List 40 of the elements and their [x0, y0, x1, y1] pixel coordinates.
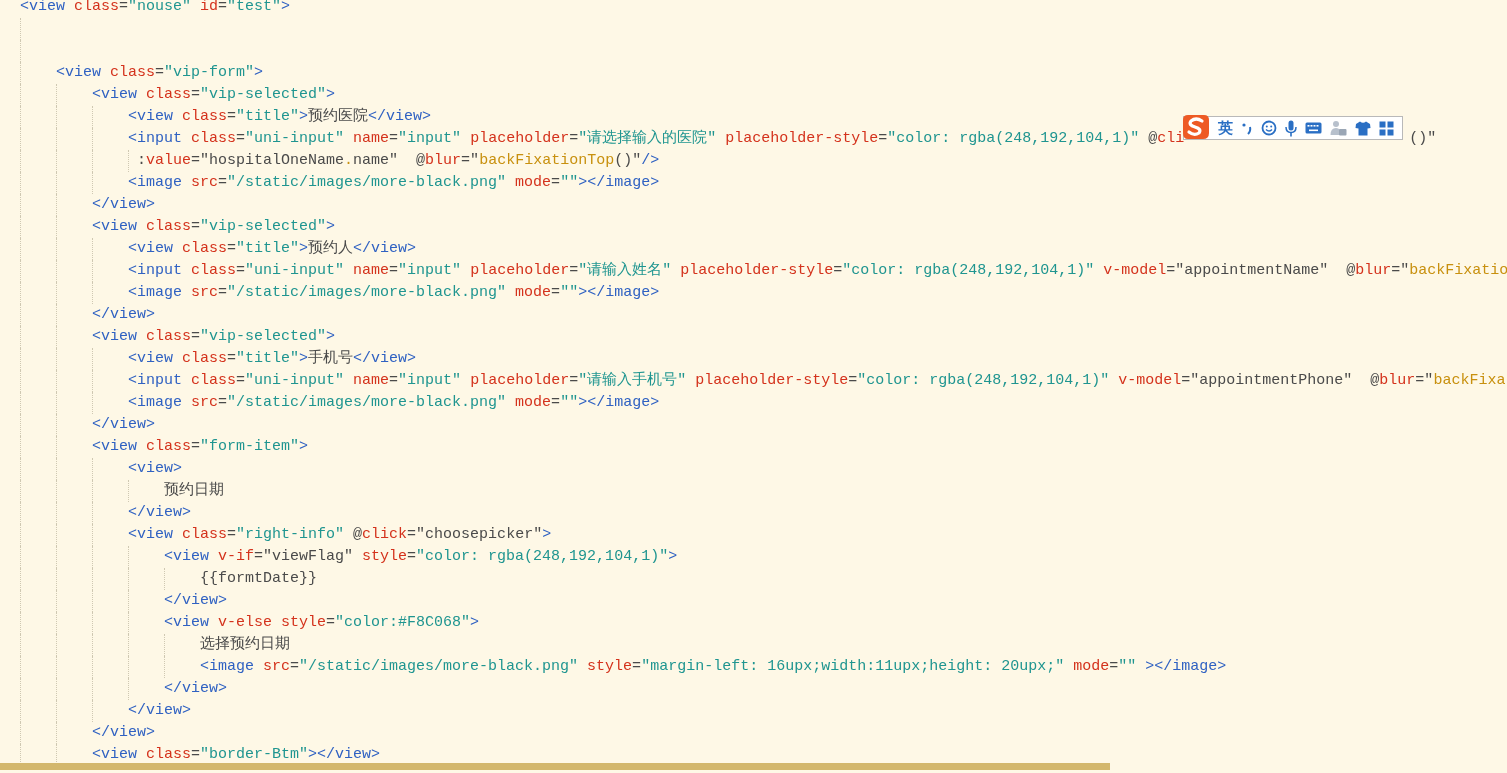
language-mode-toggle[interactable]: 英	[1218, 118, 1233, 138]
keyboard-icon[interactable]	[1305, 122, 1322, 134]
grid-icon[interactable]	[1379, 120, 1394, 136]
code-line: <view v-if="viewFlag" style="color: rgba(248,192,104,1)">	[164, 547, 678, 567]
code-line: </view>	[164, 591, 227, 611]
code-line: <view class="border-Btm"></view>	[92, 745, 381, 763]
code-line: </view>	[128, 701, 191, 721]
code-line: <view class="form-item">	[92, 437, 309, 457]
smiley-icon[interactable]	[1261, 120, 1277, 136]
code-line: :value="hospitalOneName.name" @blur="backFixationTop()"/>	[137, 151, 660, 171]
code-line: <view v-else style="color:#F8C068">	[164, 613, 480, 633]
code-line: <view class="vip-selected">	[92, 217, 336, 237]
code-line: <image src="/static/images/more-black.png" style="margin-left: 16upx;width:11upx;height: 20upx;" mode="" ></image>	[200, 657, 1227, 677]
code-line: <input class="uni-input" name="input" placeholder="请输入姓名" placeholder-style="color: rgba(248,192,104,1)" v-model="appointmentName" @blur="backFixatio	[128, 260, 1507, 281]
code-line: <view class="vip-selected">	[92, 327, 336, 347]
code-line: <image src="/static/images/more-black.png" mode=""></image>	[128, 393, 660, 413]
microphone-icon[interactable]	[1285, 119, 1297, 137]
code-line: </view>	[92, 415, 155, 435]
code-line: </view>	[164, 679, 227, 699]
code-line: <view class="right-info" @click="choosepicker">	[128, 525, 552, 545]
shirt-icon[interactable]	[1355, 120, 1371, 136]
code-line: <view class="title">预约医院</view>	[128, 106, 432, 127]
code-line: 预约日期	[164, 480, 224, 501]
code-line: {{formtDate}}	[200, 569, 318, 589]
horizontal-scrollbar[interactable]	[0, 763, 1110, 770]
logo-icon[interactable]	[1182, 112, 1210, 140]
code-line: <input class="uni-input" name="input" placeholder="请输入手机号" placeholder-style="color: rgba(248,192,104,1)" v-model="appointmentPhone" @blur="backFixa	[128, 370, 1506, 391]
code-line: <view class="vip-selected">	[92, 85, 336, 105]
code-line: <image src="/static/images/more-black.png" mode=""></image>	[128, 173, 660, 193]
code-line: </view>	[92, 195, 155, 215]
code-line: 选择预约日期	[200, 634, 290, 655]
punctuation-icon[interactable]	[1241, 121, 1253, 135]
code-line: <image src="/static/images/more-black.png" mode=""></image>	[128, 283, 660, 303]
code-line: </view>	[92, 723, 155, 743]
code-line: </view>	[128, 503, 191, 523]
code-line: <view class="vip-form">	[56, 63, 264, 83]
code-line: <view class="title">预约人</view>	[128, 239, 417, 259]
code-line: <view>	[128, 459, 182, 479]
code-line: </view>	[92, 305, 155, 325]
code-line: <view class="title">手机号</view>	[128, 348, 417, 369]
